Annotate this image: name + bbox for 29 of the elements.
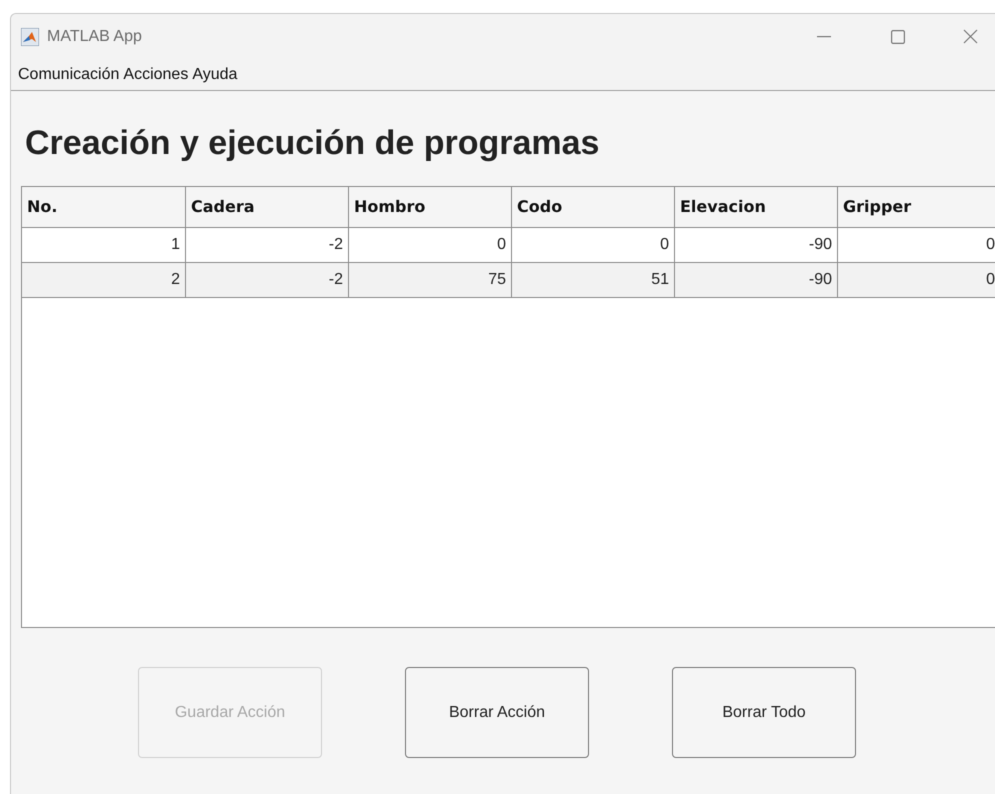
close-icon[interactable] [963,29,978,44]
table-cell: 0 [511,228,674,262]
minimize-icon[interactable] [817,36,831,38]
table-cell: 0 [837,228,995,262]
table-cell: -2 [185,263,348,297]
column-header[interactable]: Gripper [837,187,995,227]
app-logo-icon [21,28,39,46]
column-header[interactable]: Codo [511,187,674,227]
column-header[interactable]: Elevacion [674,187,837,227]
table-cell: 0 [348,228,511,262]
action-button[interactable]: Borrar Todo [672,667,856,758]
table-cell-text: 2 [170,270,181,290]
menu-item[interactable]: Comunicación [18,62,120,86]
table-cell: -90 [674,263,837,297]
column-header[interactable]: Hombro [348,187,511,227]
menu-item[interactable]: Acciones [123,62,188,86]
menu-item[interactable]: Ayuda [192,62,238,86]
column-header[interactable]: No. [22,187,185,227]
action-button[interactable]: Borrar Acción [405,667,589,758]
table-cell: -2 [185,228,348,262]
maximize-icon[interactable] [891,30,905,44]
table-cell: 51 [511,263,674,297]
table-cell-text: 1 [170,235,181,255]
window-title: MATLAB App [47,26,142,46]
table-cell: -90 [674,228,837,262]
table-cell: 75 [348,263,511,297]
column-header[interactable]: Cadera [185,187,348,227]
page-heading: Creación y ejecución de programas [25,123,600,164]
table-cell: 0 [837,263,995,297]
